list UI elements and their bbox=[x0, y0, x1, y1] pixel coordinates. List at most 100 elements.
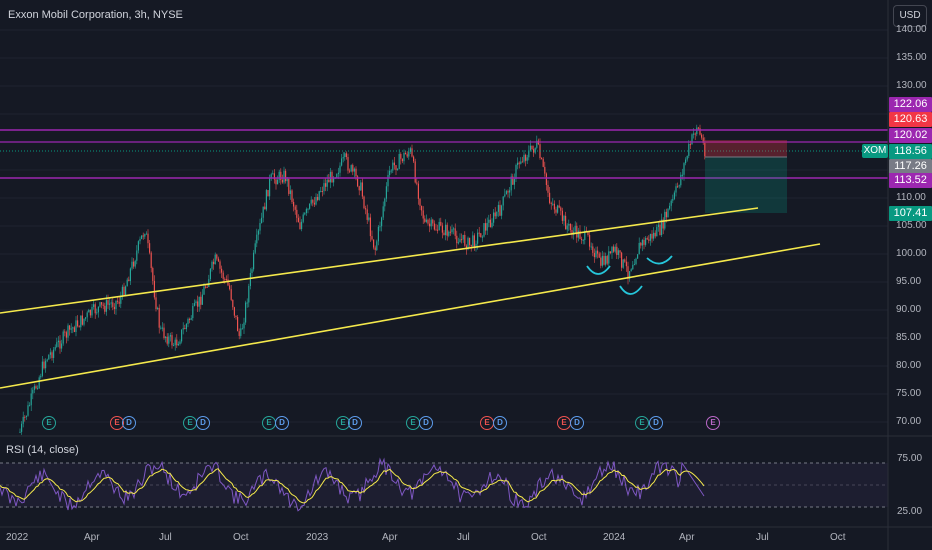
dividend-badge[interactable]: D bbox=[122, 416, 136, 430]
candle-body bbox=[645, 238, 647, 245]
candle-body bbox=[385, 186, 387, 199]
candle-body bbox=[633, 264, 635, 266]
candle-body bbox=[131, 261, 133, 269]
ticker-badge[interactable]: XOM bbox=[862, 144, 888, 158]
candle-body bbox=[326, 179, 328, 187]
candle-body bbox=[613, 246, 615, 252]
candle-body bbox=[373, 239, 375, 248]
candle-body bbox=[646, 238, 648, 240]
earnings-badge[interactable]: E bbox=[262, 416, 276, 430]
candle-body bbox=[313, 202, 315, 205]
candle-body bbox=[173, 345, 175, 347]
candle-body bbox=[320, 190, 322, 192]
rsi-title[interactable]: RSI (14, close) bbox=[6, 444, 79, 456]
candle-body bbox=[294, 206, 296, 210]
candle-body bbox=[269, 178, 271, 197]
candle-body bbox=[616, 246, 618, 255]
time-axis-label: 2024 bbox=[603, 532, 626, 543]
trendlines[interactable] bbox=[0, 207, 821, 389]
candle-body bbox=[81, 315, 83, 325]
candle-body bbox=[190, 318, 192, 320]
candle-body bbox=[651, 233, 653, 239]
position-tool[interactable] bbox=[705, 140, 787, 213]
candle-body bbox=[355, 168, 357, 177]
candle-body bbox=[37, 388, 39, 390]
candle-body bbox=[398, 154, 400, 170]
candle-body bbox=[448, 231, 450, 236]
candle-body bbox=[214, 254, 216, 265]
candle-body bbox=[219, 261, 221, 269]
candle-body bbox=[689, 144, 691, 146]
dividend-badge[interactable]: D bbox=[570, 416, 584, 430]
earnings-badge[interactable]: E bbox=[635, 416, 649, 430]
candle-body bbox=[608, 251, 610, 264]
candle-body bbox=[630, 269, 632, 272]
candle-body bbox=[286, 178, 288, 182]
earnings-badge[interactable]: E bbox=[706, 416, 720, 430]
candle-body bbox=[350, 165, 352, 172]
candle-body bbox=[358, 186, 360, 191]
candle-body bbox=[685, 159, 687, 164]
candle-body bbox=[302, 214, 304, 222]
candle-body bbox=[89, 309, 91, 316]
candle-body bbox=[611, 246, 613, 254]
candle-body bbox=[104, 305, 106, 312]
candle-body bbox=[401, 158, 403, 162]
candle-body bbox=[126, 279, 128, 287]
candle-body bbox=[59, 340, 61, 349]
dividend-badge[interactable]: D bbox=[196, 416, 210, 430]
earnings-badge[interactable]: E bbox=[557, 416, 571, 430]
dividend-badge[interactable]: D bbox=[649, 416, 663, 430]
candle-body bbox=[365, 208, 367, 210]
candle-body bbox=[696, 127, 698, 135]
candle-body bbox=[32, 389, 34, 394]
chart-workspace[interactable]: Exxon Mobil Corporation, 3h, NYSE USD RS… bbox=[0, 0, 932, 550]
earnings-badge[interactable]: E bbox=[183, 416, 197, 430]
candle-body bbox=[251, 269, 253, 273]
candle-body bbox=[254, 243, 256, 253]
candle-body bbox=[638, 242, 640, 255]
candle-body bbox=[147, 233, 149, 244]
time-axis-label: 2022 bbox=[6, 532, 29, 543]
candle-body bbox=[353, 168, 355, 172]
candle-body bbox=[168, 336, 170, 344]
chart-title: Exxon Mobil Corporation, 3h, NYSE bbox=[8, 9, 183, 21]
candle-body bbox=[304, 212, 306, 215]
rsi-pane bbox=[0, 457, 888, 512]
candle-body bbox=[560, 207, 562, 211]
candle-body bbox=[141, 235, 143, 239]
candle-body bbox=[69, 325, 71, 330]
left-shoulder-arc bbox=[586, 265, 611, 275]
price-axis-label: 140.00 bbox=[896, 24, 927, 35]
candle-body bbox=[329, 171, 331, 183]
dividend-badge[interactable]: D bbox=[419, 416, 433, 430]
price-axis-label: 100.00 bbox=[896, 248, 927, 259]
candle-body bbox=[601, 255, 603, 266]
time-axis-label: Jul bbox=[457, 532, 470, 543]
candle-body bbox=[502, 196, 504, 206]
candle-body bbox=[417, 183, 419, 199]
dividend-badge[interactable]: D bbox=[275, 416, 289, 430]
candle-body bbox=[686, 155, 688, 160]
candle-body bbox=[472, 235, 474, 247]
earnings-badge[interactable]: E bbox=[42, 416, 56, 430]
candle-body bbox=[307, 208, 309, 210]
candle-body bbox=[40, 375, 42, 378]
time-axis-label: Apr bbox=[679, 532, 695, 543]
candle-body bbox=[360, 182, 362, 191]
candle-body bbox=[414, 161, 416, 183]
dividend-badge[interactable]: D bbox=[348, 416, 362, 430]
candle-body bbox=[457, 242, 459, 244]
candle-body bbox=[261, 217, 263, 224]
dividend-badge[interactable]: D bbox=[493, 416, 507, 430]
candle-body bbox=[561, 210, 563, 221]
price-chart[interactable] bbox=[0, 0, 932, 550]
earnings-badge[interactable]: E bbox=[406, 416, 420, 430]
candle-body bbox=[115, 300, 117, 310]
candle-body bbox=[328, 179, 330, 183]
candle-body bbox=[395, 165, 397, 171]
candle-body bbox=[105, 300, 107, 312]
earnings-badge[interactable]: E bbox=[480, 416, 494, 430]
candle-body bbox=[649, 233, 651, 241]
candle-body bbox=[246, 302, 248, 304]
